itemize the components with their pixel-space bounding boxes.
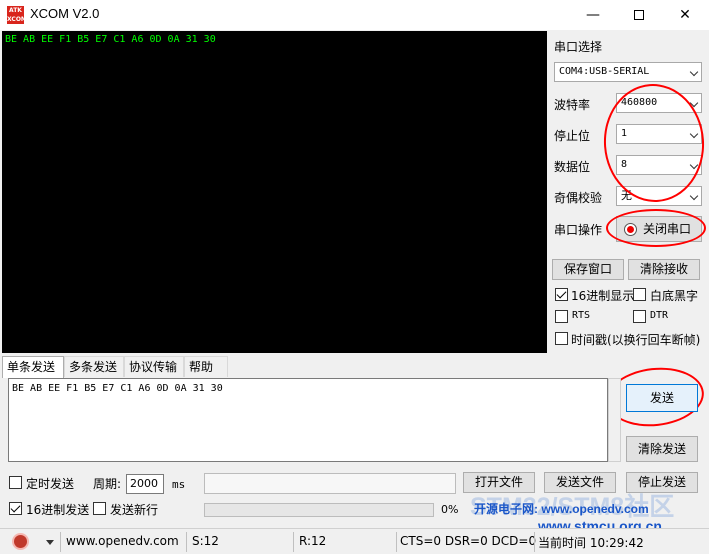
- tab-help[interactable]: 帮助: [184, 356, 228, 377]
- maximize-icon: [634, 10, 644, 20]
- send-input[interactable]: BE AB EE F1 B5 E7 C1 A6 0D 0A 31 30: [8, 378, 608, 462]
- period-unit: ms: [172, 478, 186, 491]
- white-bg-checkbox[interactable]: [633, 288, 646, 301]
- chevron-down-icon: [689, 67, 699, 77]
- xcom-logo-icon: ATK XCOM: [7, 6, 27, 24]
- send-newline-checkbox[interactable]: [93, 502, 106, 515]
- progress-percent: 0%: [441, 503, 459, 516]
- receive-display[interactable]: BE AB EE F1 B5 E7 C1 A6 0D 0A 31 30: [2, 31, 547, 353]
- minimize-button[interactable]: —: [570, 0, 616, 30]
- clear-receive-button[interactable]: 清除接收: [628, 259, 700, 280]
- port-select-value: COM4:USB-SERIAL: [559, 66, 650, 77]
- port-select[interactable]: COM4:USB-SERIAL: [554, 62, 702, 82]
- timestamp-label: 时间戳(以换行回车断帧): [571, 333, 701, 347]
- current-time: 当前时间 10:29:42: [538, 536, 644, 550]
- window-title: XCOM V2.0: [30, 6, 100, 21]
- period-label: 周期:: [93, 477, 122, 491]
- close-button[interactable]: ✕: [662, 0, 708, 30]
- website-link[interactable]: www.openedv.com: [66, 534, 179, 548]
- rts-checkbox[interactable]: [555, 310, 568, 323]
- hex-send-label: 16进制发送: [26, 503, 90, 517]
- send-button[interactable]: 发送: [626, 384, 698, 412]
- hex-send-checkbox[interactable]: [9, 502, 22, 515]
- send-progress-bar: [204, 503, 434, 517]
- signal-status: CTS=0 DSR=0 DCD=0: [400, 534, 537, 548]
- dtr-label: DTR: [650, 310, 669, 321]
- hex-display-checkbox[interactable]: [555, 288, 568, 301]
- rts-label: RTS: [572, 310, 591, 321]
- tab-protocol[interactable]: 协议传输: [124, 356, 184, 377]
- parity-label: 奇偶校验: [554, 191, 603, 205]
- period-input[interactable]: 2000: [126, 474, 164, 494]
- send-newline-label: 发送新行: [110, 503, 159, 517]
- baud-label: 波特率: [554, 98, 591, 112]
- send-scrollbar[interactable]: [608, 378, 621, 462]
- timed-send-checkbox[interactable]: [9, 476, 22, 489]
- status-bar: www.openedv.com S:12 R:12 CTS=0 DSR=0 DC…: [0, 528, 709, 554]
- data-bits-label: 数据位: [554, 160, 591, 174]
- title-bar: ATK XCOM XCOM V2.0 — ✕: [0, 0, 709, 30]
- chevron-down-icon: [689, 191, 699, 201]
- port-select-label: 串口选择: [554, 40, 603, 54]
- file-path-input[interactable]: [204, 473, 456, 494]
- maximize-button[interactable]: [616, 0, 662, 30]
- watermark-line1: 开源电子网: www.openedv.com: [474, 502, 649, 516]
- port-operation-label: 串口操作: [554, 223, 603, 237]
- record-icon[interactable]: [12, 533, 29, 550]
- dtr-checkbox[interactable]: [633, 310, 646, 323]
- stop-bits-label: 停止位: [554, 129, 591, 143]
- received-count: R:12: [299, 534, 327, 548]
- annotation-circle: [606, 209, 706, 247]
- timed-send-label: 定时发送: [26, 477, 75, 491]
- chevron-down-icon[interactable]: [46, 540, 54, 545]
- hex-display-label: 16进制显示: [571, 289, 635, 303]
- clear-send-button[interactable]: 清除发送: [626, 436, 698, 462]
- sent-count: S:12: [192, 534, 219, 548]
- save-window-button[interactable]: 保存窗口: [552, 259, 624, 280]
- timestamp-checkbox[interactable]: [555, 332, 568, 345]
- tab-multi-send[interactable]: 多条发送: [64, 356, 124, 377]
- tab-single-send[interactable]: 单条发送: [2, 356, 64, 378]
- white-bg-label: 白底黑字: [650, 289, 699, 303]
